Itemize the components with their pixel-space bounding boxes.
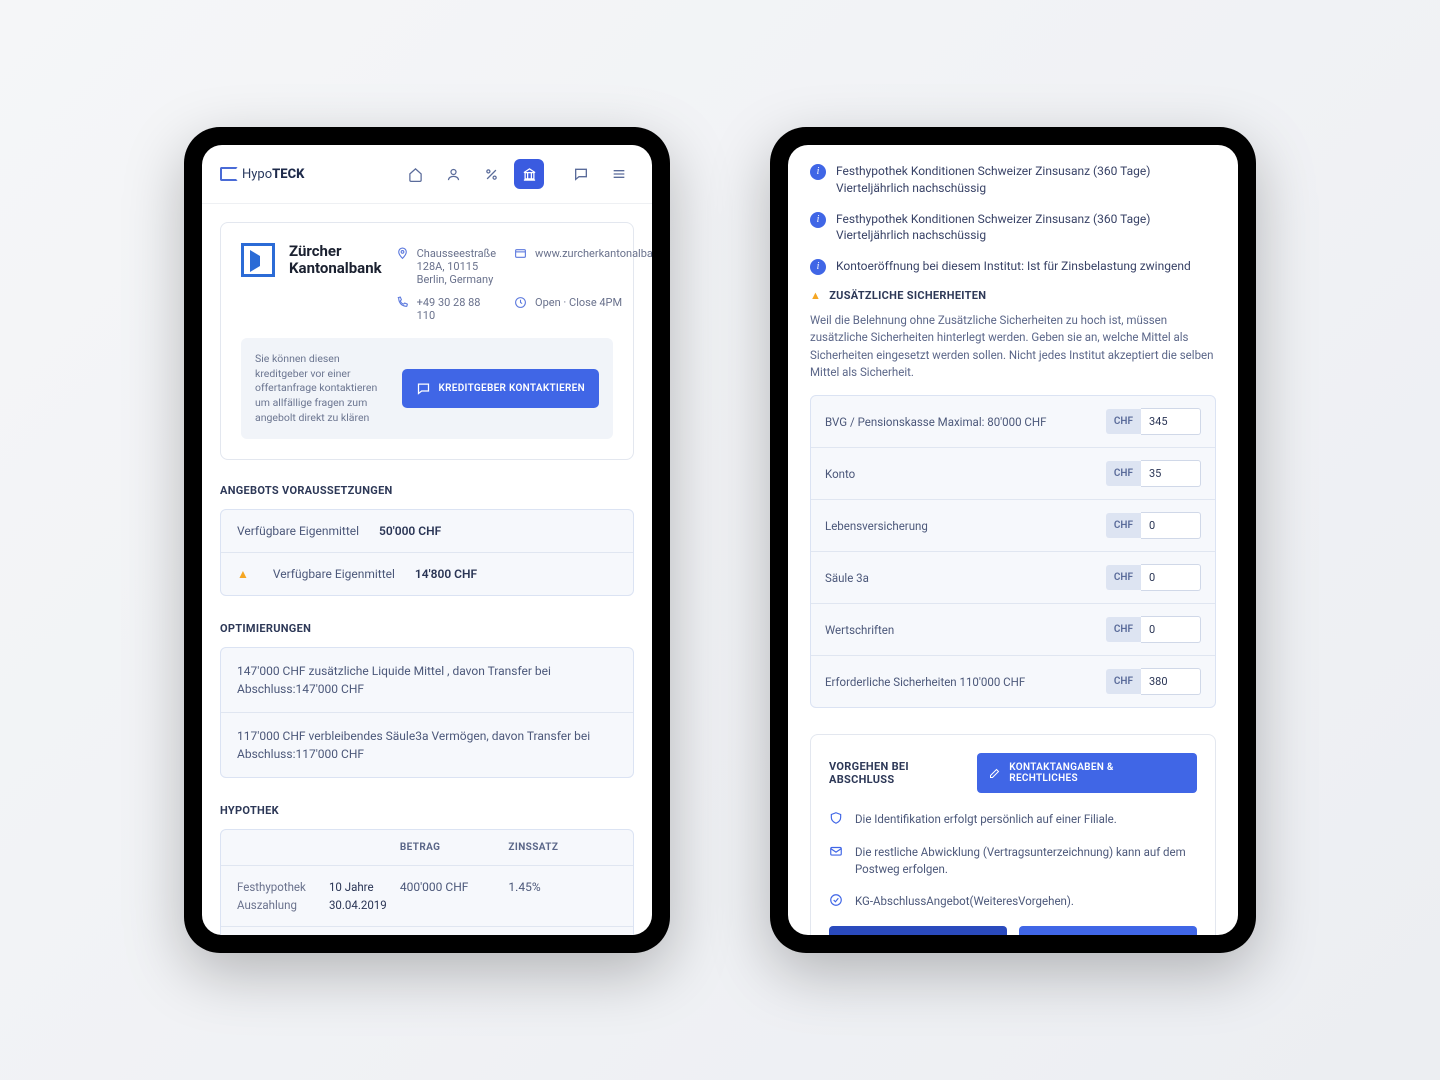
procedure-header: VORGEHEN BEI ABSCHLUSS KONTAKTANGABEN & … [829, 753, 1197, 793]
nav-bank[interactable] [514, 159, 544, 189]
clock-icon [514, 296, 527, 309]
security-input[interactable] [1141, 512, 1201, 539]
procedure-item: Die Identifikation erfolgt persönlich au… [829, 811, 1197, 828]
procedure-item: KG-AbschlussAngebot(WeiteresVorgehen). [829, 893, 1197, 910]
securities-row: Säule 3a CHF [811, 552, 1215, 604]
currency-badge: CHF [1106, 461, 1141, 486]
opt-row: 147'000 CHF zusätzliche Liquide Mittel ,… [221, 648, 633, 713]
pencil-icon [989, 767, 1001, 779]
info-item: i Festhypothek Konditionen Schweizer Zin… [810, 211, 1216, 245]
mail-icon [829, 844, 845, 877]
security-input[interactable] [1141, 564, 1201, 591]
warning-icon: ▲ [810, 289, 821, 302]
nav-percent[interactable] [476, 159, 506, 189]
nav-menu[interactable] [604, 159, 634, 189]
check-circle-icon [829, 893, 845, 910]
securities-row: Lebensversicherung CHF [811, 500, 1215, 552]
currency-badge: CHF [1106, 617, 1141, 642]
left-content: Zürcher Kantonalbank Chausseestraße 128A… [202, 204, 652, 935]
opt-box: 147'000 CHF zusätzliche Liquide Mittel ,… [220, 647, 634, 778]
bank-name: Zürcher Kantonalbank [289, 243, 382, 278]
contact-strip-text: Sie können diesen kreditgeber vor einer … [255, 352, 388, 425]
hypothek-row: Festhypothek10 Jahre Auszahlung30.04.201… [221, 866, 633, 927]
voraus-box: Verfügbare Eigenmittel 50'000 CHF ▲ Verf… [220, 509, 634, 596]
phone-icon [396, 296, 409, 309]
currency-badge: CHF [1106, 513, 1141, 538]
bank-logo-icon [241, 243, 275, 277]
securities-row: BVG / Pensionskasse Maximal: 80'000 CHF … [811, 396, 1215, 448]
nav-icons [400, 159, 634, 189]
security-input[interactable] [1141, 408, 1201, 435]
app-logo: HypoTECK [220, 167, 304, 182]
securities-title: ▲ ZUSÄTZLICHE SICHERHEITEN [810, 289, 1216, 302]
info-item: i Festhypothek Konditionen Schweizer Zin… [810, 163, 1216, 197]
hypothek-head: BETRAG ZINSSATZ [221, 830, 633, 866]
opt-title: OPTIMIERUNGEN [220, 622, 634, 635]
nav-home[interactable] [400, 159, 430, 189]
hypothek-title: HYPOTHEK [220, 804, 634, 817]
procedure-card: VORGEHEN BEI ABSCHLUSS KONTAKTANGABEN & … [810, 734, 1216, 935]
bank-address: Chausseestraße 128A, 10115 Berlin, Germa… [396, 247, 496, 286]
contact-strip: Sie können diesen kreditgeber vor einer … [241, 338, 613, 439]
security-input[interactable] [1141, 460, 1201, 487]
bank-phone[interactable]: +49 30 28 88 110 [396, 296, 496, 322]
submit-offer-button[interactable]: VERBINDLICHE OFFERTE ANFORDERN [1019, 926, 1197, 935]
currency-badge: CHF [1106, 565, 1141, 590]
securities-para: Weil die Belehnung ohne Zusätzliche Sich… [810, 312, 1216, 381]
nav-profile[interactable] [438, 159, 468, 189]
shield-icon [829, 811, 845, 828]
logo-icon [220, 167, 238, 181]
currency-badge: CHF [1106, 409, 1141, 434]
nav-chat[interactable] [566, 159, 596, 189]
right-content: i Festhypothek Konditionen Schweizer Zin… [788, 145, 1238, 935]
logo-text-1: Hypo [242, 167, 272, 182]
securities-row: Wertschriften CHF [811, 604, 1215, 656]
bank-meta: Chausseestraße 128A, 10115 Berlin, Germa… [396, 247, 652, 322]
contact-lender-button[interactable]: KREDITGEBER KONTAKTIEREN [402, 369, 600, 408]
chat-icon [416, 381, 431, 396]
bank-hours: Open · Close 4PM [514, 296, 652, 322]
info-icon: i [810, 212, 826, 228]
back-button[interactable]: KONTAKTANGABEN & RECHTLICHES [829, 926, 1007, 935]
securities-row-total: Erforderliche Sicherheiten 110'000 CHF C… [811, 656, 1215, 707]
screen-right: i Festhypothek Konditionen Schweizer Zin… [788, 145, 1238, 935]
voraus-row: Verfügbare Eigenmittel 50'000 CHF [221, 510, 633, 553]
hypothek-row: Festhypothek5 Jahre Auszahlung30.04.2020… [221, 927, 633, 935]
currency-badge: CHF [1106, 669, 1141, 694]
securities-row: Konto CHF [811, 448, 1215, 500]
device-left: HypoTECK [184, 127, 670, 953]
voraus-row: ▲ Verfügbare Eigenmittel 14'800 CHF [221, 553, 633, 595]
hypothek-table: BETRAG ZINSSATZ Festhypothek10 Jahre Aus… [220, 829, 634, 935]
bank-website[interactable]: www.zurcherkantonalbank.de [514, 247, 652, 286]
security-input[interactable] [1141, 668, 1201, 695]
securities-table: BVG / Pensionskasse Maximal: 80'000 CHF … [810, 395, 1216, 708]
screen-left: HypoTECK [202, 145, 652, 935]
procedure-footer: KONTAKTANGABEN & RECHTLICHES VERBINDLICH… [829, 926, 1197, 935]
pin-icon [396, 247, 409, 260]
edit-contact-button[interactable]: KONTAKTANGABEN & RECHTLICHES [977, 753, 1197, 793]
warning-icon: ▲ [237, 567, 249, 581]
bank-card: Zürcher Kantonalbank Chausseestraße 128A… [220, 222, 634, 460]
security-input[interactable] [1141, 616, 1201, 643]
procedure-item: Die restliche Abwicklung (Vertragsunterz… [829, 844, 1197, 877]
info-icon: i [810, 259, 826, 275]
logo-text-2: TECK [272, 167, 304, 182]
info-icon: i [810, 164, 826, 180]
info-item: i Kontoeröffnung bei diesem Institut: Is… [810, 258, 1216, 275]
globe-icon [514, 247, 527, 260]
device-right: i Festhypothek Konditionen Schweizer Zin… [770, 127, 1256, 953]
opt-row: 117'000 CHF verbleibendes Säule3a Vermög… [221, 713, 633, 777]
procedure-title: VORGEHEN BEI ABSCHLUSS [829, 760, 977, 786]
app-header: HypoTECK [202, 145, 652, 204]
voraus-title: ANGEBOTS VORAUSSETZUNGEN [220, 484, 634, 497]
